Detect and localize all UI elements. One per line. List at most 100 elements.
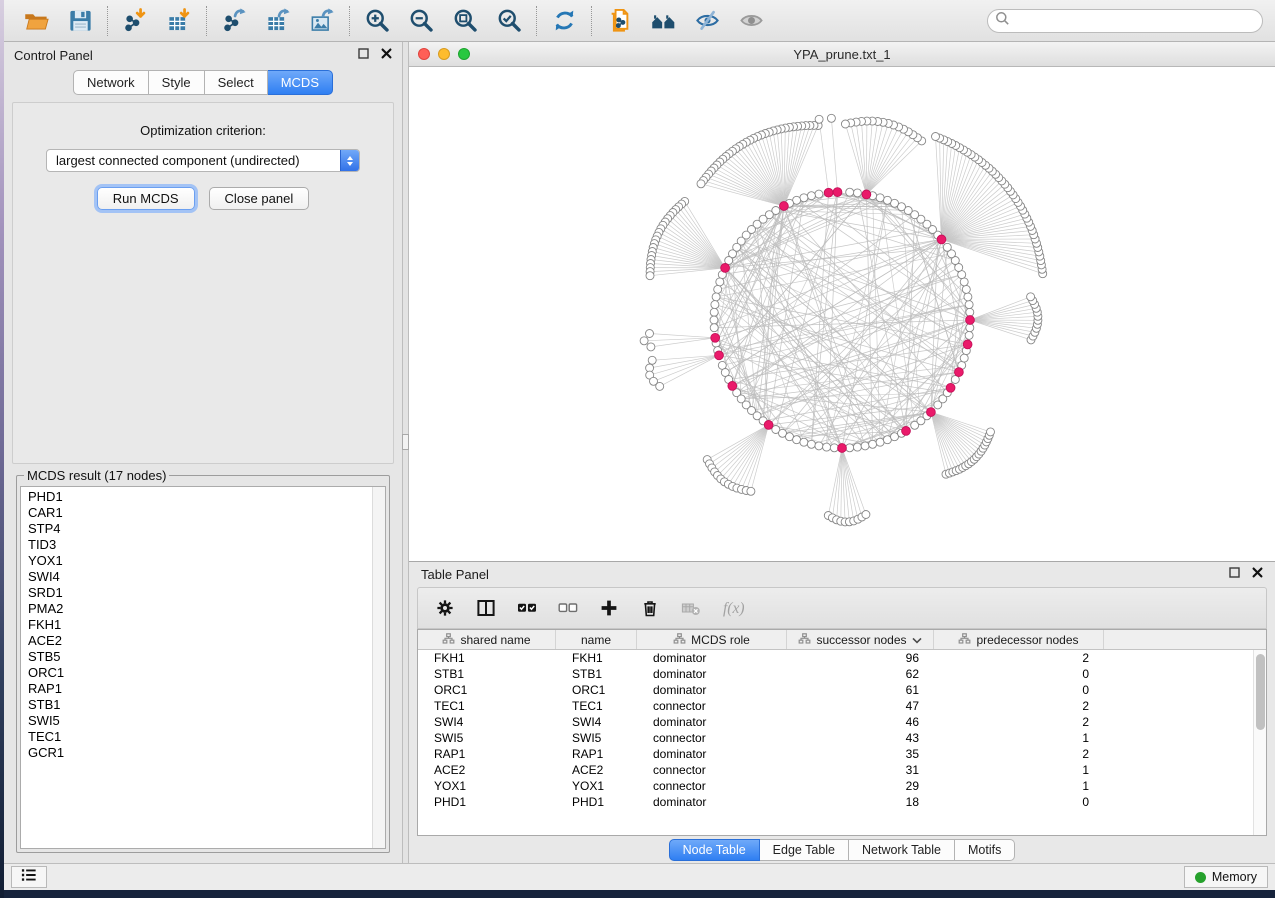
table-row[interactable]: FKH1FKH1dominator962 — [418, 650, 1266, 666]
network-node[interactable] — [943, 243, 951, 251]
refresh-layout-button[interactable] — [544, 4, 584, 38]
mcds-result-list[interactable]: PHD1CAR1STP4TID3YOX1SWI4SRD1PMA2FKH1ACE2… — [20, 486, 386, 849]
mcds-hub-node[interactable] — [838, 444, 847, 453]
column-header-shared-name[interactable]: shared name — [418, 630, 556, 649]
network-node[interactable] — [800, 194, 808, 202]
maximize-window-icon[interactable] — [458, 48, 470, 60]
tab-select[interactable]: Select — [205, 70, 268, 95]
mcds-hub-node[interactable] — [780, 202, 789, 211]
network-node[interactable] — [793, 436, 801, 444]
column-header-predecessor-nodes[interactable]: predecessor nodes — [934, 630, 1104, 649]
leaf-node[interactable] — [1027, 293, 1035, 301]
search-input[interactable] — [1014, 14, 1255, 28]
mcds-result-item[interactable]: ORC1 — [28, 665, 385, 681]
select-all-checks-button[interactable] — [517, 598, 537, 618]
tab-edge-table[interactable]: Edge Table — [760, 839, 849, 861]
save-button[interactable] — [60, 4, 100, 38]
show-all-button[interactable] — [731, 4, 771, 38]
network-node[interactable] — [883, 196, 891, 204]
mcds-result-item[interactable]: STB5 — [28, 649, 385, 665]
table-row[interactable]: PHD1PHD1dominator180 — [418, 794, 1266, 810]
table-row[interactable]: ACE2ACE2connector311 — [418, 762, 1266, 778]
table-scrollbar-thumb[interactable] — [1256, 654, 1265, 730]
mcds-hub-node[interactable] — [927, 408, 936, 417]
float-table-panel-icon[interactable] — [1229, 565, 1240, 583]
mcds-hub-node[interactable] — [937, 235, 946, 244]
table-row[interactable]: ORC1ORC1dominator610 — [418, 682, 1266, 698]
tab-node-table[interactable]: Node Table — [669, 839, 760, 861]
mcds-result-item[interactable]: SWI5 — [28, 713, 385, 729]
leaf-node[interactable] — [640, 337, 648, 345]
network-node[interactable] — [815, 442, 823, 450]
mcds-hub-node[interactable] — [721, 264, 730, 273]
network-node[interactable] — [711, 301, 719, 309]
import-network-button[interactable] — [115, 4, 155, 38]
export-image-button[interactable] — [302, 4, 342, 38]
export-network-button[interactable] — [214, 4, 254, 38]
leaf-node[interactable] — [841, 120, 849, 128]
zoom-fit-button[interactable] — [445, 4, 485, 38]
mcds-result-item[interactable]: TEC1 — [28, 729, 385, 745]
leaf-node[interactable] — [647, 343, 655, 351]
network-node[interactable] — [846, 444, 854, 452]
mcds-hub-node[interactable] — [966, 316, 975, 325]
table-settings-button[interactable] — [435, 598, 455, 618]
network-node[interactable] — [807, 192, 815, 200]
close-panel-icon[interactable] — [381, 46, 392, 64]
mcds-hub-node[interactable] — [728, 382, 737, 391]
vertical-splitter[interactable] — [402, 42, 409, 863]
network-node[interactable] — [823, 443, 831, 451]
network-node[interactable] — [710, 324, 718, 332]
mcds-hub-node[interactable] — [764, 421, 773, 430]
column-header-name[interactable]: name — [556, 630, 637, 649]
zoom-in-button[interactable] — [357, 4, 397, 38]
network-node[interactable] — [710, 316, 718, 324]
mcds-hub-node[interactable] — [902, 427, 911, 436]
column-header-successor-nodes[interactable]: successor nodes — [787, 630, 934, 649]
leaf-node[interactable] — [815, 115, 823, 123]
tab-network-table[interactable]: Network Table — [849, 839, 955, 861]
network-canvas[interactable] — [409, 67, 1275, 561]
network-node[interactable] — [965, 301, 973, 309]
leaf-node[interactable] — [697, 180, 705, 188]
first-neighbors-button[interactable] — [643, 4, 683, 38]
leaf-node[interactable] — [646, 272, 654, 280]
leaf-node[interactable] — [656, 382, 664, 390]
leaf-node[interactable] — [862, 511, 870, 519]
zoom-selected-button[interactable] — [489, 4, 529, 38]
delete-column-button[interactable] — [640, 598, 660, 618]
network-node[interactable] — [966, 324, 974, 332]
mcds-hub-node[interactable] — [715, 351, 724, 360]
table-row[interactable]: SWI4SWI4dominator462 — [418, 714, 1266, 730]
mcds-list-scrollbar[interactable] — [372, 487, 385, 848]
leaf-node[interactable] — [827, 114, 835, 122]
network-node[interactable] — [960, 278, 968, 286]
new-network-from-selection-button[interactable] — [599, 4, 639, 38]
network-graph[interactable] — [409, 67, 1275, 561]
network-node[interactable] — [714, 285, 722, 293]
network-node[interactable] — [861, 442, 869, 450]
export-table-button[interactable] — [258, 4, 298, 38]
memory-button[interactable]: Memory — [1184, 866, 1268, 888]
deselect-all-checks-button[interactable] — [558, 598, 578, 618]
mcds-result-item[interactable]: CAR1 — [28, 505, 385, 521]
network-node[interactable] — [807, 440, 815, 448]
table-row[interactable]: STB1STB1dominator620 — [418, 666, 1266, 682]
mcds-result-item[interactable]: STB1 — [28, 697, 385, 713]
table-row[interactable]: SWI5SWI5connector431 — [418, 730, 1266, 746]
mcds-hub-node[interactable] — [946, 383, 955, 392]
tab-style[interactable]: Style — [149, 70, 205, 95]
tab-mcds[interactable]: MCDS — [268, 70, 333, 95]
mcds-hub-node[interactable] — [833, 188, 842, 197]
mcds-result-item[interactable]: STP4 — [28, 521, 385, 537]
network-node[interactable] — [869, 440, 877, 448]
add-column-button[interactable] — [599, 598, 619, 618]
task-history-button[interactable] — [11, 866, 47, 888]
network-node[interactable] — [800, 438, 808, 446]
open-button[interactable] — [16, 4, 56, 38]
criterion-dropdown[interactable]: largest connected component (undirected) — [46, 149, 360, 172]
mcds-result-item[interactable]: SRD1 — [28, 585, 385, 601]
network-node[interactable] — [815, 190, 823, 198]
hide-selected-button[interactable] — [687, 4, 727, 38]
table-row[interactable]: YOX1YOX1connector291 — [418, 778, 1266, 794]
